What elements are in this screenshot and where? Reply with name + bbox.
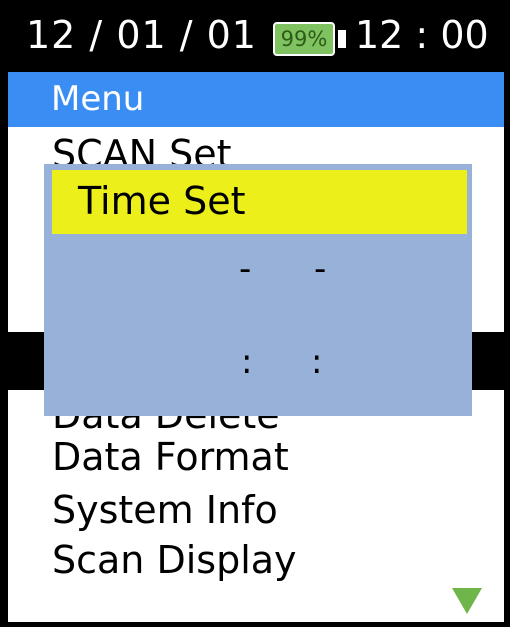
menu-item-system-info[interactable]: System Info: [52, 487, 278, 533]
battery-level: 99%: [280, 26, 328, 51]
date-separator: -: [314, 249, 327, 289]
menu-header: Menu: [8, 72, 504, 127]
time-set-dialog: Time Set - - : :: [44, 164, 472, 416]
dialog-title: Time Set: [78, 179, 246, 223]
frame-bottom: [0, 622, 510, 627]
frame-right: [504, 0, 510, 627]
battery-icon: 99%: [273, 22, 335, 56]
date-separator: -: [239, 249, 252, 289]
menu-item-data-format[interactable]: Data Format: [52, 434, 289, 480]
status-bar: 12 / 01 / 01 99% 12 : 00: [0, 0, 510, 72]
frame-left: [0, 0, 8, 627]
battery-tip: [338, 30, 346, 48]
status-time: 12 : 00: [355, 13, 489, 57]
dialog-title-bar: Time Set: [52, 170, 467, 234]
device-screen: 12 / 01 / 01 99% 12 : 00 Menu SCAN Set D…: [0, 0, 510, 627]
menu-item-scan-display[interactable]: Scan Display: [52, 537, 297, 583]
time-separator: :: [311, 342, 323, 382]
time-separator: :: [241, 342, 253, 382]
triangle-down-icon[interactable]: [452, 588, 482, 614]
menu-title: Menu: [51, 79, 145, 119]
status-date: 12 / 01 / 01: [26, 13, 257, 57]
